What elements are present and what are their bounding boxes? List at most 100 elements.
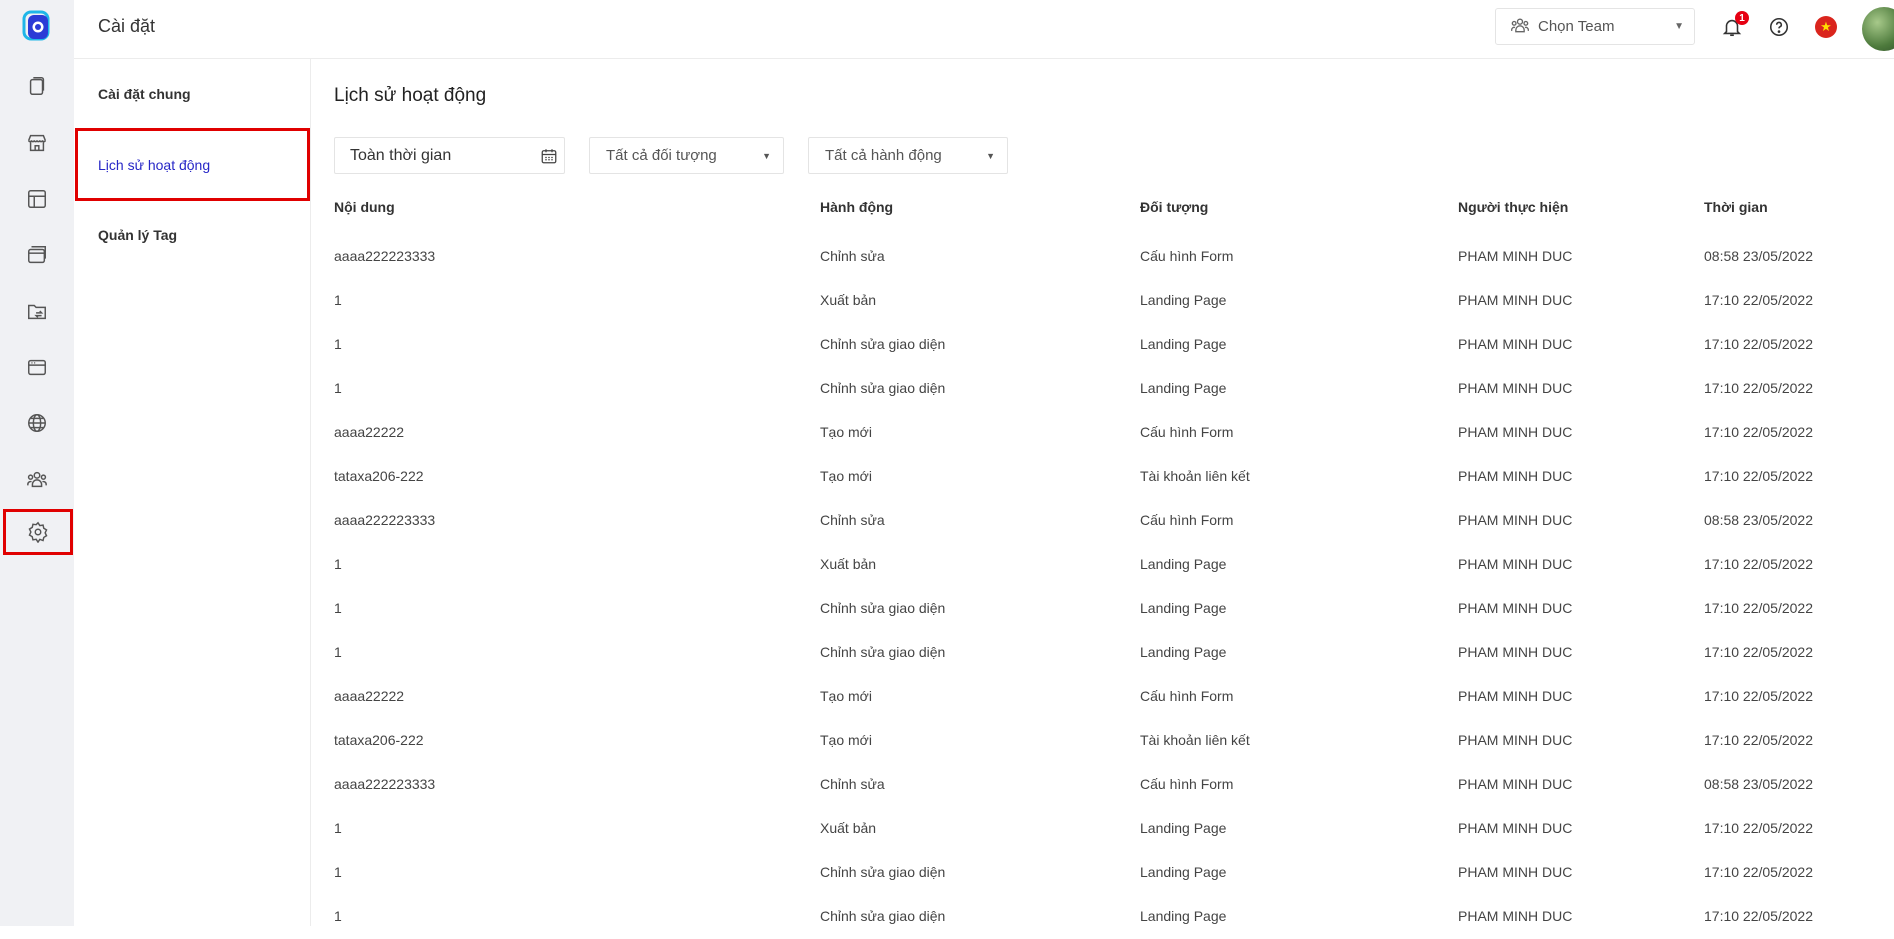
- page-title: Lịch sử hoạt động: [334, 85, 487, 106]
- table-row[interactable]: tataxa206-222 Tạo mới Tài khoản liên kết PH…: [334, 719, 1894, 763]
- table-row[interactable]: 1 Xuất bản Landing Page PHAM MINH DUC 17:10 …: [334, 279, 1894, 323]
- cell-object: Landing Page: [1140, 864, 1227, 880]
- subnav-item-tag-management[interactable]: Quản lý Tag: [98, 227, 177, 243]
- cell-time: 08:58 23/05/2022: [1704, 512, 1813, 528]
- cell-time: 17:10 22/05/2022: [1704, 600, 1813, 616]
- cell-performer: PHAM MINH DUC: [1458, 864, 1573, 880]
- cell-content: 1: [334, 556, 342, 572]
- layout-icon[interactable]: [21, 183, 53, 215]
- table-row[interactable]: aaaa22222 Tạo mới Cấu hình Form PHAM MINH D…: [334, 675, 1894, 719]
- cell-performer: PHAM MINH DUC: [1458, 424, 1573, 440]
- cell-time: 17:10 22/05/2022: [1704, 864, 1813, 880]
- table-header: Nội dung Hành động Đối tượng Người thực …: [334, 199, 1894, 229]
- cell-time: 17:10 22/05/2022: [1704, 732, 1813, 748]
- table-row[interactable]: 1 Xuất bản Landing Page PHAM MINH DUC 17:10 …: [334, 543, 1894, 587]
- cell-object: Cấu hình Form: [1140, 512, 1234, 528]
- cell-performer: PHAM MINH DUC: [1458, 908, 1573, 924]
- team-select[interactable]: Chọn Team ▼: [1495, 8, 1695, 45]
- globe-icon[interactable]: [21, 407, 53, 439]
- date-range-input[interactable]: [335, 138, 525, 173]
- avatar[interactable]: [1862, 7, 1894, 51]
- cell-object: Tài khoản liên kết: [1140, 732, 1250, 748]
- cell-performer: PHAM MINH DUC: [1458, 292, 1573, 308]
- cell-time: 17:10 22/05/2022: [1704, 688, 1813, 704]
- cell-content: 1: [334, 600, 342, 616]
- settings-icon[interactable]: [3, 509, 73, 555]
- cell-action: Tạo mới: [820, 688, 872, 704]
- table-row[interactable]: 1 Chỉnh sửa giao diện Landing Page PHAM MIN…: [334, 323, 1894, 367]
- bell-icon[interactable]: 1: [1719, 11, 1749, 40]
- cell-action: Chỉnh sửa giao diện: [820, 644, 946, 660]
- app-logo-icon[interactable]: [19, 8, 55, 44]
- table-row[interactable]: 1 Chỉnh sửa giao diện Landing Page PHAM MIN…: [334, 631, 1894, 675]
- cell-time: 17:10 22/05/2022: [1704, 424, 1813, 440]
- calendar-icon[interactable]: [540, 147, 558, 170]
- cell-content: 1: [334, 292, 342, 308]
- cell-time: 17:10 22/05/2022: [1704, 820, 1813, 836]
- window-icon[interactable]: [21, 239, 53, 271]
- cell-performer: PHAM MINH DUC: [1458, 820, 1573, 836]
- store-icon[interactable]: [21, 127, 53, 159]
- caret-down-icon: ▼: [986, 151, 995, 161]
- cell-time: 17:10 22/05/2022: [1704, 336, 1813, 352]
- cell-action: Tạo mới: [820, 732, 872, 748]
- action-filter-value: Tất cả hành động: [825, 147, 942, 164]
- page-header-title: Cài đặt: [98, 16, 156, 36]
- pages-icon[interactable]: [21, 70, 53, 102]
- browser-icon[interactable]: [21, 351, 53, 383]
- cell-action: Chỉnh sửa: [820, 248, 885, 264]
- cell-action: Chỉnh sửa: [820, 512, 885, 528]
- team-icon[interactable]: [21, 463, 53, 495]
- cell-object: Landing Page: [1140, 336, 1227, 352]
- table-row[interactable]: 1 Xuất bản Landing Page PHAM MINH DUC 17:10 …: [334, 807, 1894, 851]
- date-range-picker[interactable]: [334, 137, 565, 174]
- cell-time: 17:10 22/05/2022: [1704, 644, 1813, 660]
- cell-object: Landing Page: [1140, 644, 1227, 660]
- table-row[interactable]: 1 Chỉnh sửa giao diện Landing Page PHAM MIN…: [334, 367, 1894, 411]
- team-icon: [1510, 15, 1530, 39]
- notification-badge: 1: [1735, 11, 1749, 25]
- cell-object: Tài khoản liên kết: [1140, 468, 1250, 484]
- help-icon[interactable]: [1766, 14, 1792, 40]
- team-select-label: Chọn Team: [1538, 18, 1615, 35]
- table-row[interactable]: 1 Chỉnh sửa giao diện Landing Page PHAM MIN…: [334, 895, 1894, 939]
- table-row[interactable]: 1 Chỉnh sửa giao diện Landing Page PHAM MIN…: [334, 587, 1894, 631]
- cell-action: Xuất bản: [820, 292, 877, 308]
- cell-content: 1: [334, 820, 342, 836]
- cell-content: aaaa222223333: [334, 512, 436, 528]
- folder-sync-icon[interactable]: [21, 295, 53, 327]
- cell-content: 1: [334, 644, 342, 660]
- subnav-item-general[interactable]: Cài đặt chung: [98, 86, 191, 102]
- cell-content: aaaa222223333: [334, 248, 436, 264]
- table-row[interactable]: aaaa222223333 Chỉnh sửa Cấu hình Form PHAM …: [334, 763, 1894, 807]
- table-row[interactable]: aaaa222223333 Chỉnh sửa Cấu hình Form PHAM …: [334, 235, 1894, 279]
- cell-action: Chỉnh sửa: [820, 776, 885, 792]
- top-bar: Cài đặt Chọn Team ▼ 1 ★: [74, 0, 1894, 59]
- cell-time: 17:10 22/05/2022: [1704, 556, 1813, 572]
- table-row[interactable]: aaaa22222 Tạo mới Cấu hình Form PHAM MINH D…: [334, 411, 1894, 455]
- cell-object: Landing Page: [1140, 600, 1227, 616]
- cell-performer: PHAM MINH DUC: [1458, 688, 1573, 704]
- cell-object: Landing Page: [1140, 292, 1227, 308]
- vietnam-flag-icon[interactable]: ★: [1813, 14, 1839, 40]
- subnav-item-activity-history[interactable]: Lịch sử hoạt động: [98, 157, 210, 173]
- action-filter-select[interactable]: Tất cả hành động ▼: [808, 137, 1008, 174]
- object-filter-select[interactable]: Tất cả đối tượng ▼: [589, 137, 784, 174]
- cell-object: Landing Page: [1140, 820, 1227, 836]
- table-row[interactable]: 1 Chỉnh sửa giao diện Landing Page PHAM MIN…: [334, 851, 1894, 895]
- cell-content: tataxa206-222: [334, 468, 424, 484]
- cell-performer: PHAM MINH DUC: [1458, 468, 1573, 484]
- object-filter-value: Tất cả đối tượng: [606, 147, 717, 164]
- cell-action: Chỉnh sửa giao diện: [820, 336, 946, 352]
- cell-content: 1: [334, 336, 342, 352]
- icon-rail: [0, 0, 74, 926]
- table-row[interactable]: tataxa206-222 Tạo mới Tài khoản liên kết PH…: [334, 455, 1894, 499]
- caret-down-icon: ▼: [762, 151, 771, 161]
- column-header-object: Đối tượng: [1140, 199, 1209, 215]
- activity-table-body: aaaa222223333 Chỉnh sửa Cấu hình Form PHAM …: [334, 235, 1894, 939]
- cell-object: Landing Page: [1140, 908, 1227, 924]
- column-header-time: Thời gian: [1704, 199, 1768, 215]
- cell-object: Cấu hình Form: [1140, 424, 1234, 440]
- table-row[interactable]: aaaa222223333 Chỉnh sửa Cấu hình Form PHAM …: [334, 499, 1894, 543]
- cell-action: Chỉnh sửa giao diện: [820, 600, 946, 616]
